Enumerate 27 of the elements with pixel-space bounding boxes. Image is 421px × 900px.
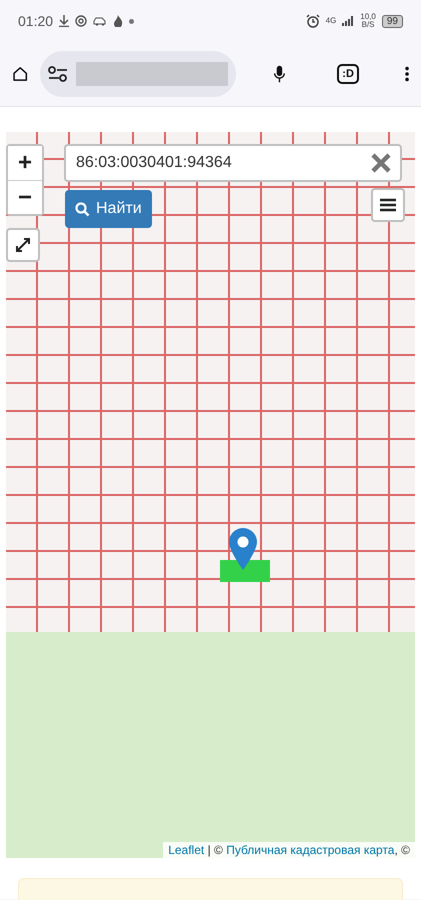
attribution-text: | © (206, 843, 224, 857)
network-type: 4G (326, 17, 336, 25)
car-icon (93, 16, 108, 26)
zoom-out-button[interactable]: − (8, 180, 42, 214)
signal-icon (342, 16, 354, 26)
diagonal-arrows-icon (15, 237, 31, 253)
dot-icon (129, 18, 134, 24)
map-marker-icon[interactable] (228, 527, 258, 571)
find-button[interactable]: Найти (65, 190, 152, 228)
alarm-clock-icon (306, 14, 320, 28)
attribution-link[interactable]: Leaflet (168, 843, 204, 857)
fullscreen-button[interactable] (6, 228, 40, 262)
close-icon[interactable] (370, 152, 392, 174)
speed-unit: B/S (362, 21, 375, 29)
site-settings-icon[interactable] (48, 66, 68, 82)
attribution-link[interactable]: Публичная кадастровая карта (226, 843, 394, 857)
search-field[interactable]: 86:03:0030401:94364 (64, 144, 402, 182)
download-icon (59, 15, 70, 27)
battery-level: 99 (382, 14, 403, 28)
layers-menu-button[interactable] (371, 188, 405, 222)
search-icon (75, 202, 90, 216)
status-time: 01:20 (18, 13, 54, 29)
network-speed: 10,0 (360, 13, 376, 21)
attribution-text: , © (394, 843, 410, 857)
cadastral-map-drawing[interactable]: + − 86:03:0030401:94364 Найти Leaflet | © Публичная кадастровая карта, © (6, 132, 415, 858)
tab-switcher-button[interactable]: :D (337, 64, 359, 84)
menu-icon (380, 198, 396, 212)
